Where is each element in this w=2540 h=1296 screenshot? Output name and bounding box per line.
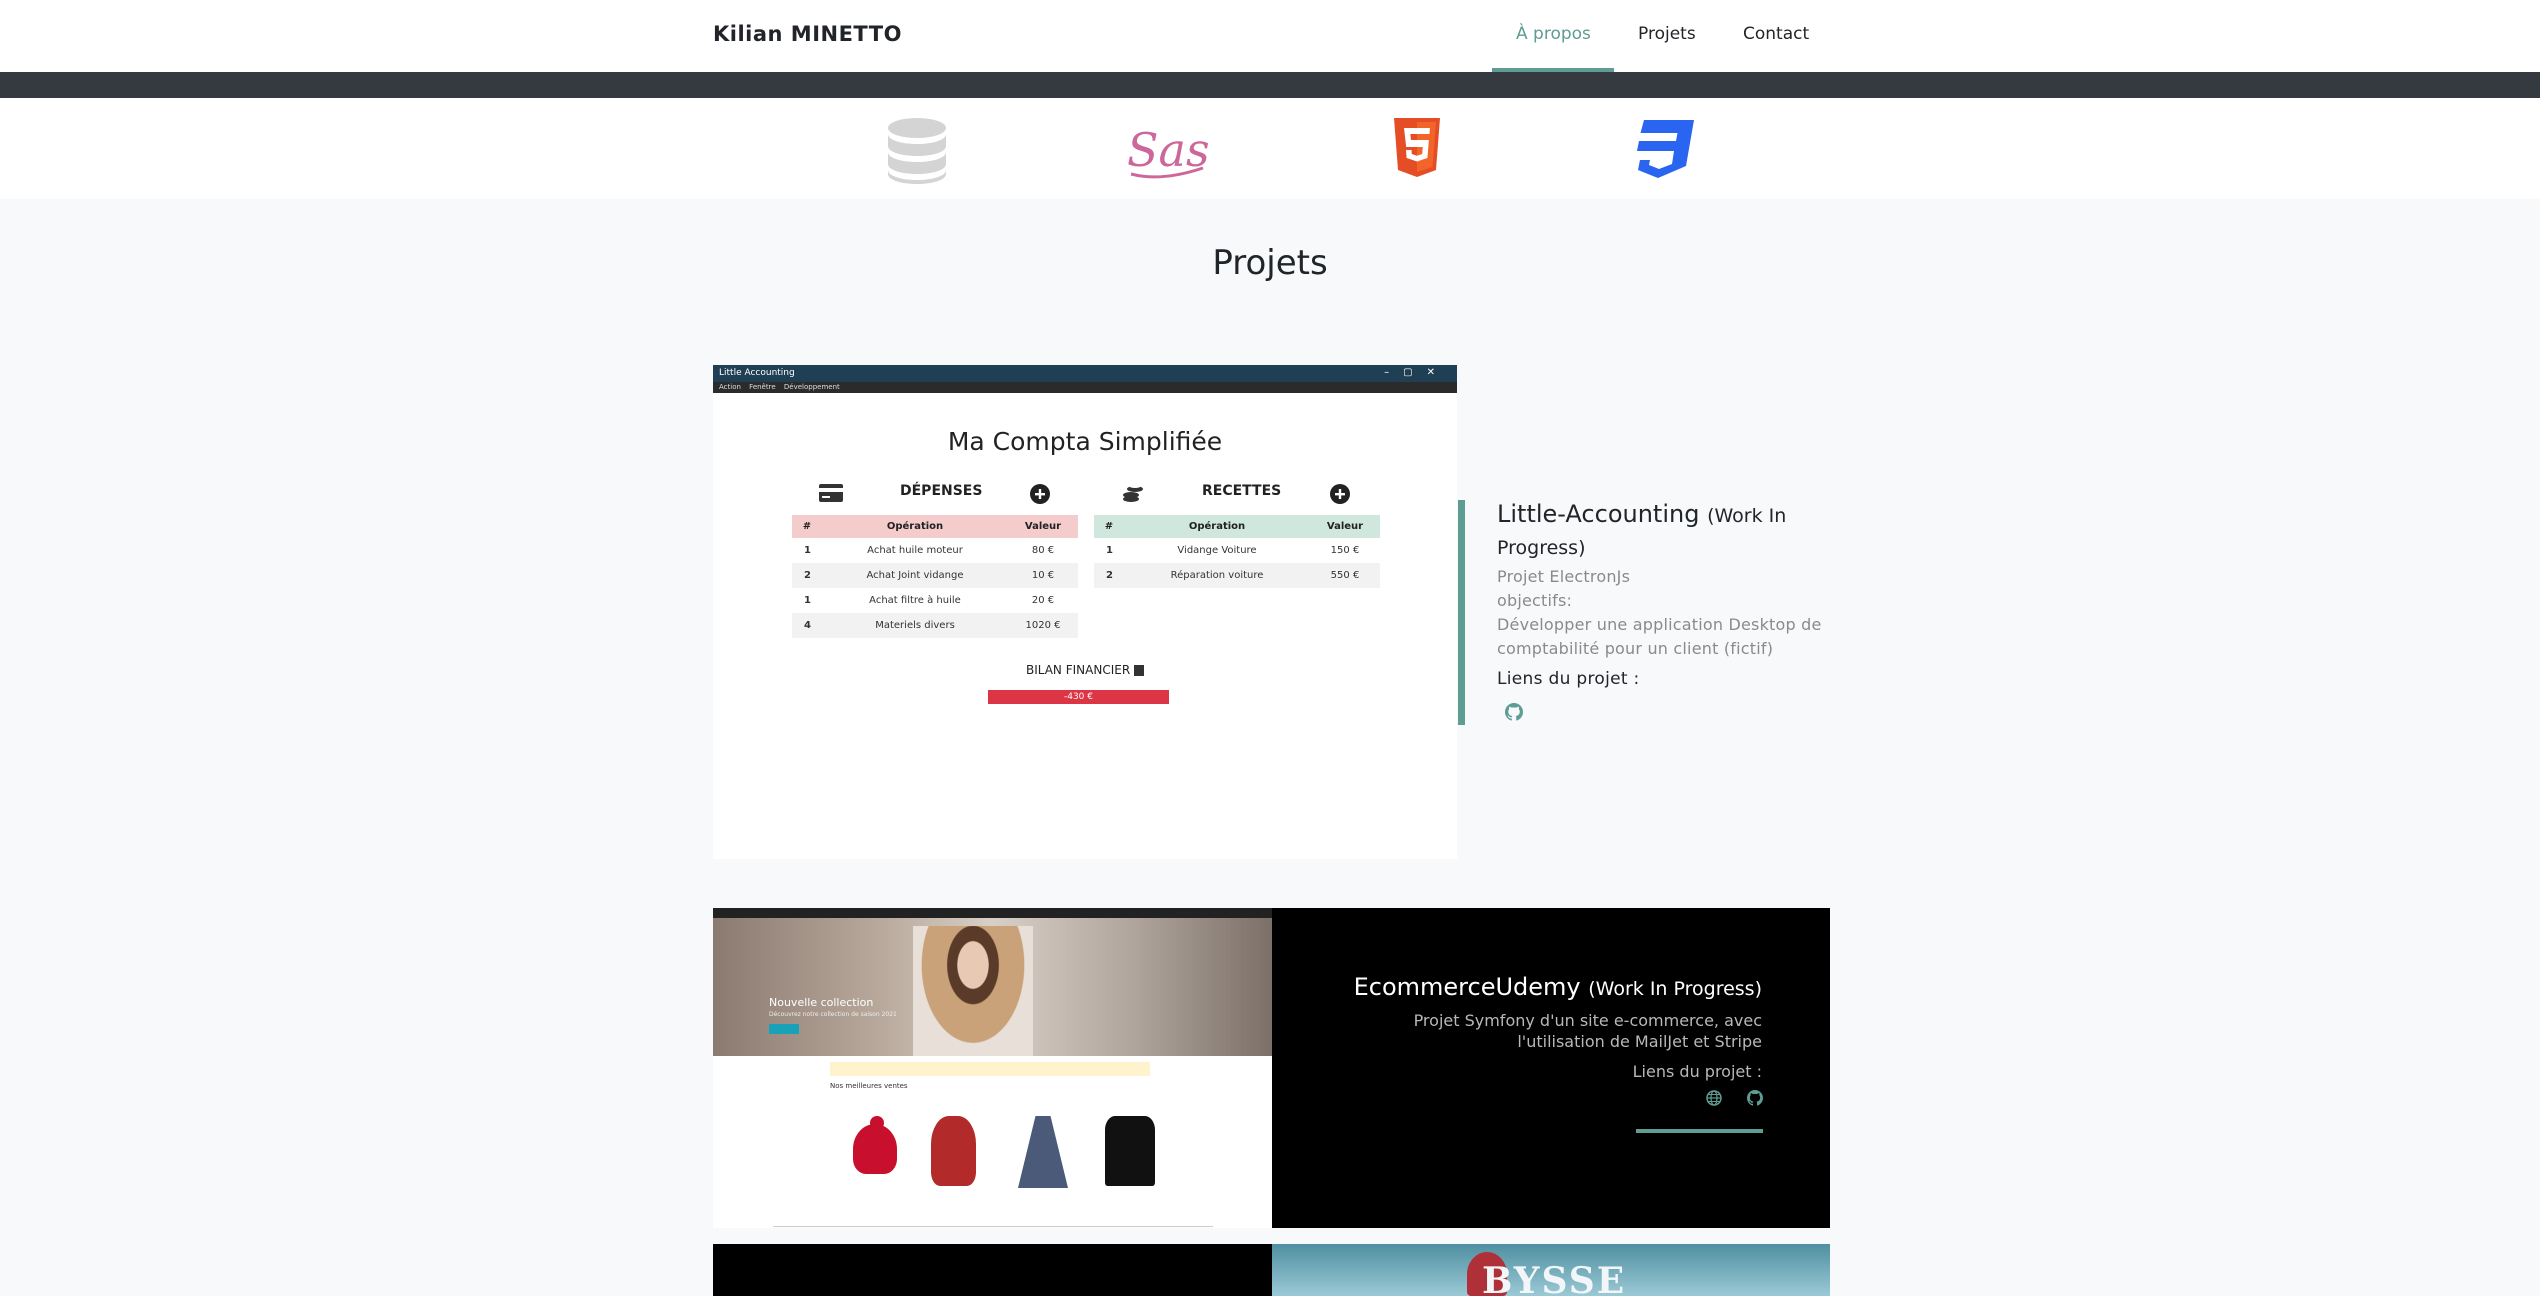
app-menu-bar: Action Fenêtre Développement <box>713 382 1457 393</box>
notice-bar <box>830 1062 1150 1076</box>
table-cell: 10 € <box>1008 563 1078 588</box>
project2-title: EcommerceUdemy (Work In Progress) <box>1354 973 1762 1001</box>
product-image <box>838 1116 898 1186</box>
table-cell: 1 <box>804 595 811 606</box>
table-cell: 550 € <box>1310 563 1380 588</box>
project2-screenshot[interactable]: Nouvelle collection Découvrez notre coll… <box>713 908 1273 1228</box>
window-controls-icon: –▢✕ <box>1384 367 1449 378</box>
github-icon[interactable] <box>1747 1090 1763 1106</box>
header-divider-band <box>0 72 2540 98</box>
project1-desc-line: Projet ElectronJs <box>1497 567 1631 586</box>
project3-logo-text: BYSSE <box>1482 1260 1627 1296</box>
best-sellers-label: Nos meilleures ventes <box>830 1082 908 1090</box>
column-header: Valeur <box>1024 521 1062 532</box>
project2-accent-line <box>1636 1129 1763 1133</box>
site-navbar <box>713 908 1273 918</box>
add-circle-icon <box>1030 484 1050 504</box>
expenses-table: # Opération Valeur 1 Achat huile moteur … <box>792 515 1078 638</box>
project1-screenshot[interactable]: Little Accounting –▢✕ Action Fenêtre Dév… <box>713 365 1457 859</box>
product-image <box>1018 1116 1068 1188</box>
project2-status: (Work In Progress) <box>1588 978 1762 1000</box>
app-heading: Ma Compta Simplifiée <box>947 427 1223 456</box>
banner-subtitle: Découvrez notre collection de saison 202… <box>769 1011 897 1018</box>
income-heading: RECETTES <box>1202 483 1282 499</box>
table-row: 1 Achat huile moteur 80 € <box>792 538 1078 563</box>
table-cell: 1 <box>804 545 811 556</box>
brand-name[interactable]: Kilian MINETTO <box>713 22 902 46</box>
hero-model-image <box>913 926 1033 1056</box>
column-header: # <box>1104 521 1114 532</box>
project1-desc-line: Développer une application Desktop de co… <box>1497 615 1822 658</box>
globe-icon[interactable] <box>1706 1090 1722 1106</box>
table-cell: 150 € <box>1330 545 1360 556</box>
project1-description: Projet ElectronJs objectifs: Développer … <box>1497 565 1832 661</box>
calculator-icon <box>1134 665 1144 676</box>
add-circle-icon <box>1330 484 1350 504</box>
project1-accent-bar <box>1458 500 1465 725</box>
column-header: Valeur <box>1326 521 1364 532</box>
table-cell: 2 <box>792 563 822 588</box>
html5-icon <box>1394 118 1440 177</box>
hero-banner: Nouvelle collection Découvrez notre coll… <box>713 918 1273 1056</box>
app-window-titlebar: Little Accounting –▢✕ <box>713 365 1457 382</box>
nav-link-projects[interactable]: Projets <box>1638 24 1696 44</box>
column-header: Opération <box>1188 521 1246 532</box>
balance-label: BILAN FINANCIER <box>713 663 1457 677</box>
tech-icons-band: Sass <box>0 98 2540 199</box>
footer-divider <box>773 1226 1213 1227</box>
database-icon <box>888 118 946 184</box>
table-row: 1 Achat filtre à huile 20 € <box>792 588 1078 613</box>
table-cell: 1 <box>1106 545 1113 556</box>
project3-screenshot[interactable]: BYSSE <box>1272 1244 1830 1296</box>
project2-description: Projet Symfony d'un site e-commerce, ave… <box>1413 1011 1762 1051</box>
table-cell: 4 <box>792 613 822 638</box>
column-header: Opération <box>886 521 944 532</box>
nav-link-contact[interactable]: Contact <box>1743 24 1809 44</box>
projects-section-title: Projets <box>1212 243 1328 283</box>
project1-desc-line: objectifs: <box>1497 591 1573 610</box>
table-cell: Achat Joint vidange <box>822 563 1008 588</box>
product-image <box>1105 1116 1155 1186</box>
table-row: 1 Vidange Voiture 150 € <box>1094 538 1380 563</box>
table-cell: Achat huile moteur <box>867 545 963 556</box>
banner-title: Nouvelle collection <box>769 996 874 1009</box>
balance-value-bar: -430 € <box>988 690 1169 704</box>
project3-info-panel <box>713 1244 1273 1296</box>
github-icon[interactable] <box>1505 703 1523 721</box>
table-cell: 80 € <box>1031 545 1055 556</box>
table-cell: Materiels divers <box>822 613 1008 638</box>
css3-icon <box>1637 120 1694 178</box>
project1-name: Little-Accounting <box>1497 500 1700 528</box>
balance-label-text: BILAN FINANCIER <box>1025 663 1131 677</box>
table-cell: 20 € <box>1031 595 1055 606</box>
project2-info-panel: EcommerceUdemy (Work In Progress) Projet… <box>1272 908 1830 1228</box>
nav-link-about[interactable]: À propos <box>1516 24 1591 44</box>
table-cell: Vidange Voiture <box>1177 545 1257 556</box>
app-menu-item: Fenêtre <box>749 383 776 391</box>
project2-links-label: Liens du projet : <box>1632 1062 1762 1081</box>
table-cell: Réparation voiture <box>1124 563 1310 588</box>
credit-card-icon <box>819 484 843 502</box>
table-row: 2 Réparation voiture 550 € <box>1094 563 1380 588</box>
coins-icon <box>1123 484 1143 502</box>
project1-links-label: Liens du projet : <box>1497 669 1640 689</box>
expenses-heading: DÉPENSES <box>900 483 983 499</box>
project1-title: Little-Accounting (Work In Progress) <box>1497 499 1827 563</box>
app-window-title: Little Accounting <box>719 368 795 378</box>
income-table: # Opération Valeur 1 Vidange Voiture 150… <box>1094 515 1380 588</box>
table-cell: 2 <box>1094 563 1124 588</box>
banner-button <box>769 1024 799 1034</box>
project2-name: EcommerceUdemy <box>1353 973 1581 1001</box>
navbar: Kilian MINETTO À propos Projets Contact <box>0 0 2540 72</box>
table-row: 4 Materiels divers 1020 € <box>792 613 1078 638</box>
sass-icon: Sass <box>1127 123 1209 179</box>
table-cell: 1020 € <box>1008 613 1078 638</box>
table-row: 2 Achat Joint vidange 10 € <box>792 563 1078 588</box>
table-cell: Achat filtre à huile <box>869 595 961 606</box>
app-menu-item: Développement <box>783 383 840 391</box>
column-header: # <box>802 521 812 532</box>
app-menu-item: Action <box>719 383 741 391</box>
product-image <box>931 1116 976 1186</box>
